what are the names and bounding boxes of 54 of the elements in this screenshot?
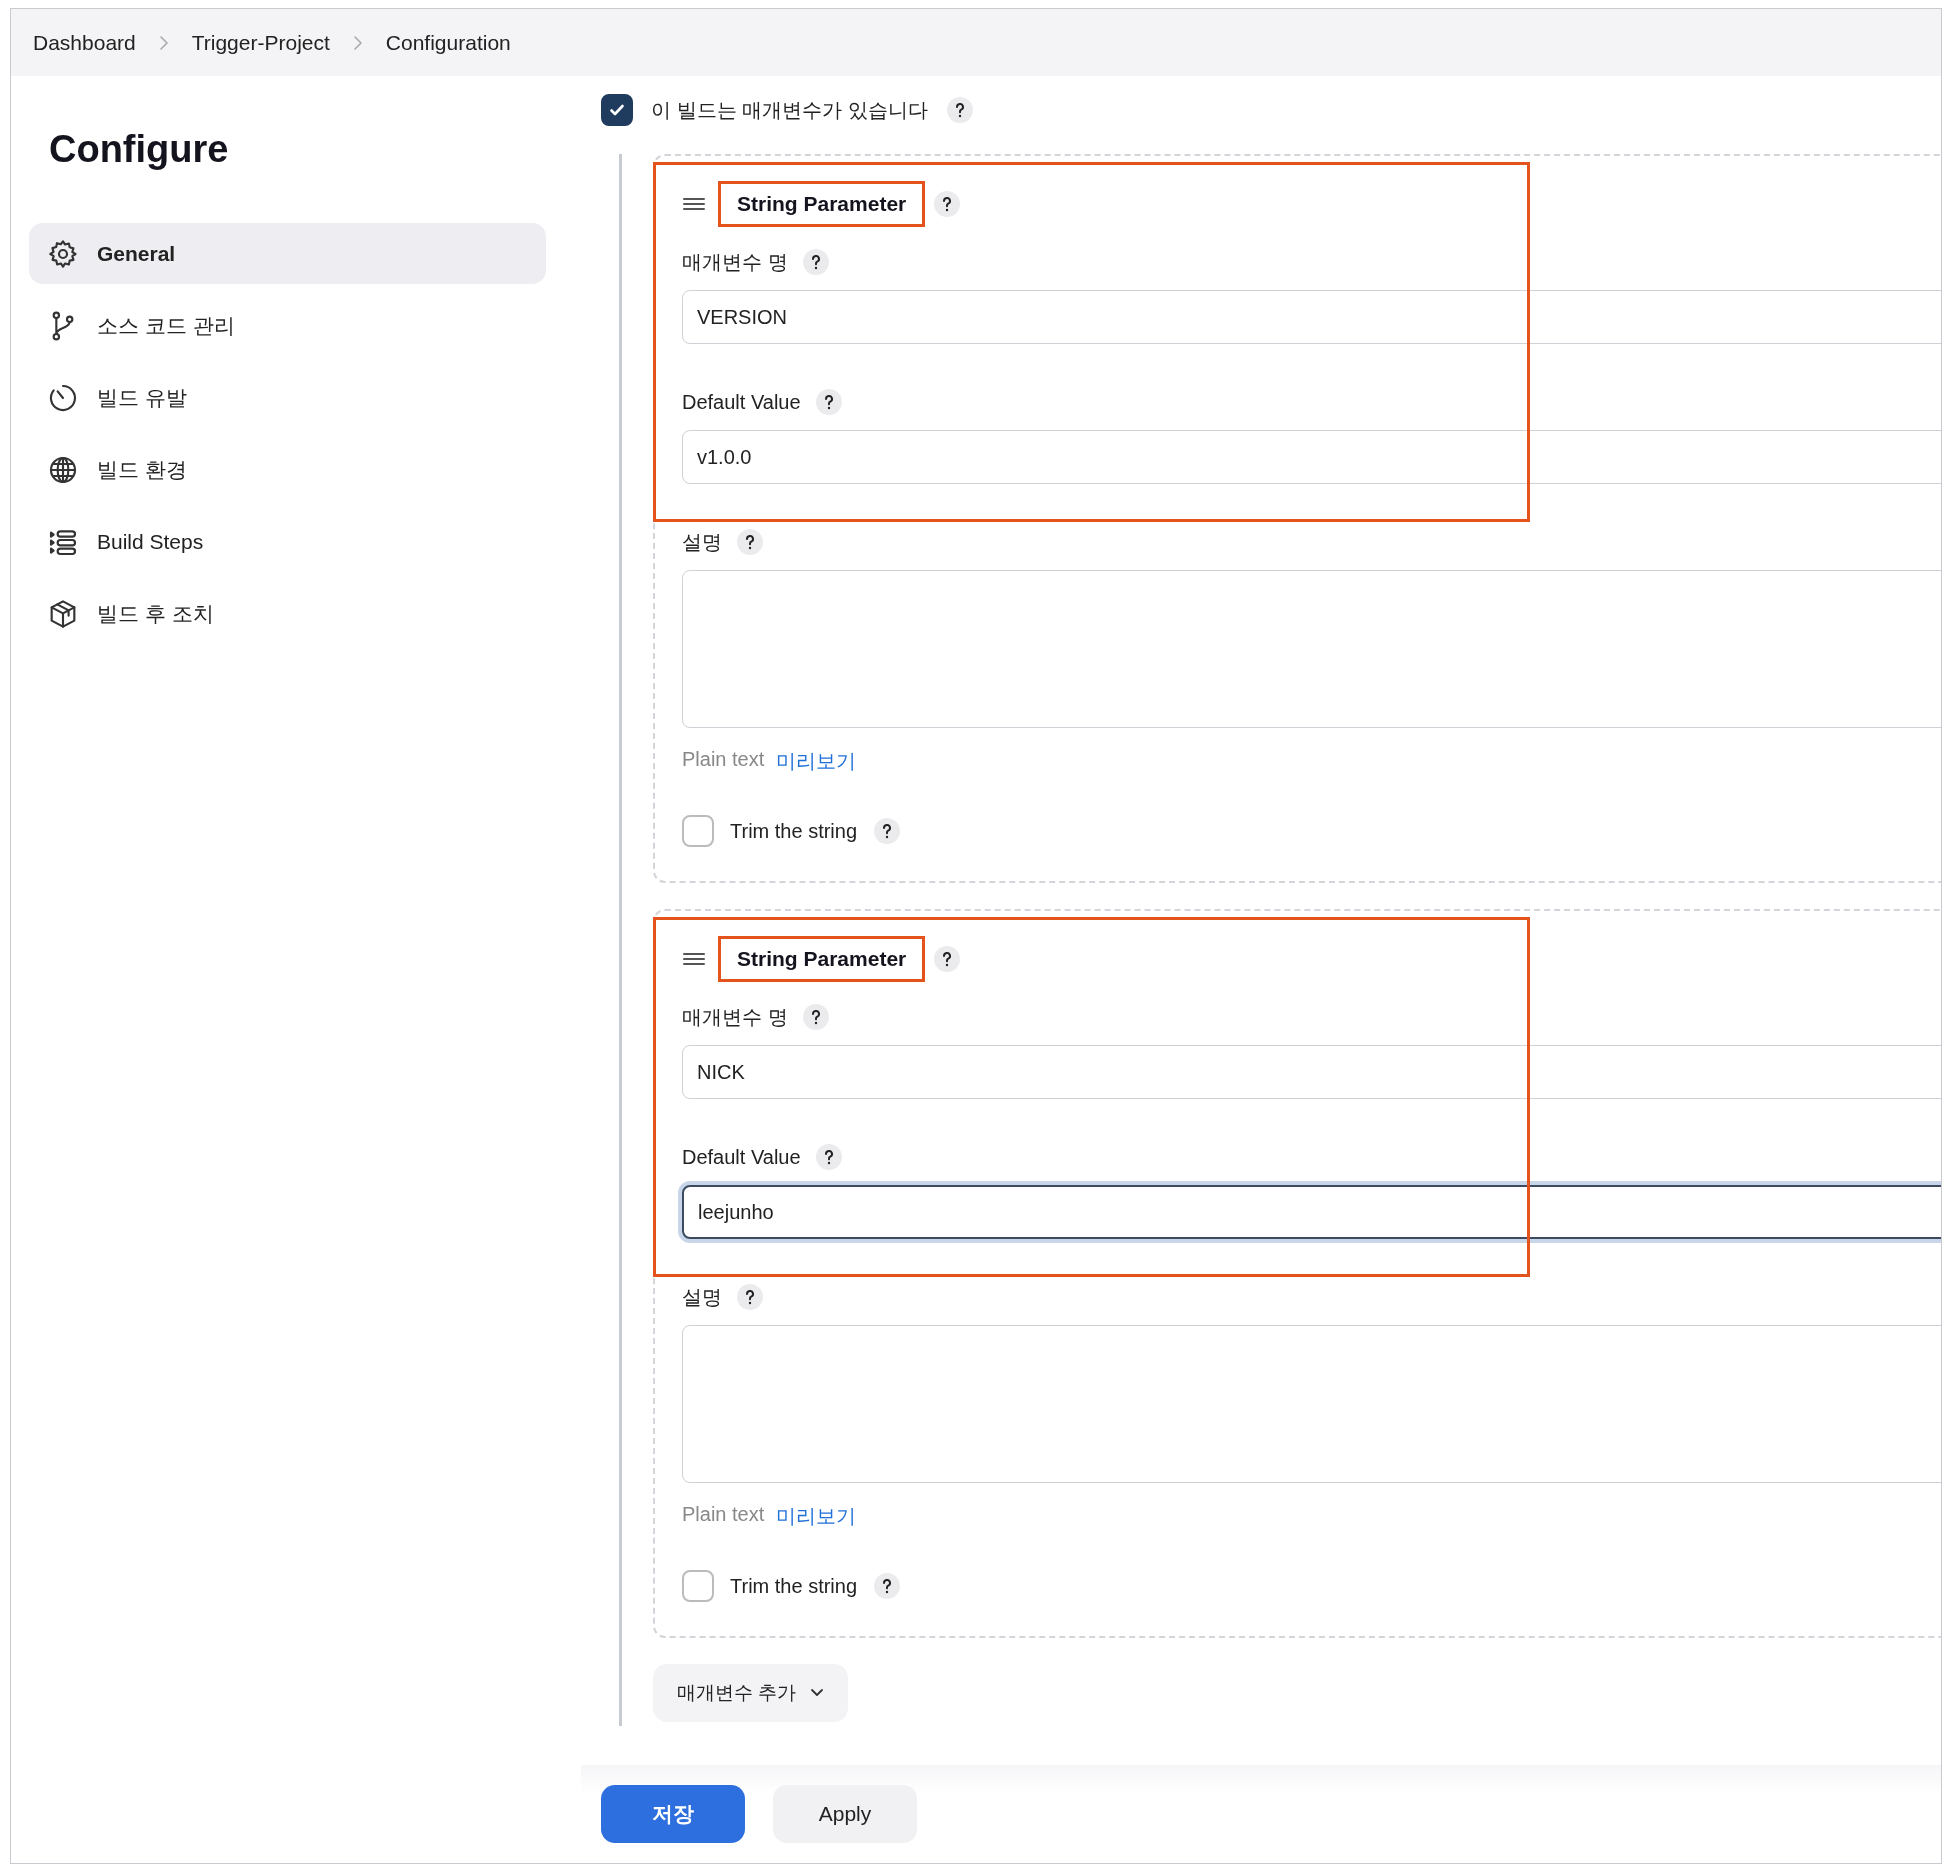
breadcrumb-link[interactable]: Configuration: [385, 30, 511, 55]
parameter-title: String Parameter: [737, 192, 907, 215]
sidebar-item[interactable]: Build Steps: [29, 511, 546, 572]
help-icon: [933, 945, 962, 973]
field-label: 매개변수 명: [682, 249, 788, 275]
chevron-right-icon: [351, 33, 364, 52]
description-field[interactable]: [682, 1325, 1941, 1483]
input-field[interactable]: leejunho: [682, 1185, 1941, 1239]
format-note: Plain text: [682, 1503, 765, 1527]
checkbox[interactable]: [601, 94, 633, 126]
gear-icon: [47, 237, 79, 270]
sidebar-item[interactable]: 소스 코드 관리: [29, 295, 546, 356]
checkbox-label: Trim the string: [730, 819, 858, 843]
sidebar-item[interactable]: 빌드 환경: [29, 439, 546, 500]
help-icon: [873, 817, 902, 845]
help-icon: [814, 1143, 843, 1171]
help-icon: [814, 388, 843, 416]
preview-link[interactable]: 미리보기: [776, 1503, 857, 1530]
help-icon: [873, 1572, 902, 1600]
help-icon: [736, 528, 764, 556]
help-icon: [801, 248, 830, 276]
help-icon: [933, 190, 962, 218]
apply-button[interactable]: Apply: [773, 1785, 917, 1843]
chevron-down-icon: [810, 1688, 825, 1698]
drag-handle-icon: [682, 196, 706, 212]
input-field[interactable]: VERSION: [682, 290, 1941, 344]
input-field[interactable]: NICK: [682, 1045, 1941, 1099]
checkbox[interactable]: [682, 815, 714, 847]
chevron-right-icon: [157, 33, 170, 52]
field-label: Default Value: [682, 1145, 801, 1169]
help-icon: [801, 1003, 830, 1031]
field-label: 설명: [682, 1284, 722, 1310]
help-icon: [945, 96, 974, 124]
format-note: Plain text: [682, 748, 765, 772]
description-field[interactable]: [682, 570, 1941, 728]
preview-link[interactable]: 미리보기: [776, 748, 857, 775]
checkbox-label: 이 빌드는 매개변수가 있습니다: [651, 97, 928, 123]
checkbox-label: Trim the string: [730, 1574, 858, 1598]
input-field[interactable]: v1.0.0: [682, 430, 1941, 484]
save-button[interactable]: 저장: [601, 1785, 745, 1843]
drag-handle-icon: [682, 951, 706, 967]
breadcrumb-link[interactable]: Trigger-Project: [191, 30, 330, 55]
sidebar-item[interactable]: General: [29, 223, 546, 284]
help-icon: [736, 1283, 764, 1311]
sidebar-item[interactable]: 빌드 후 조치: [29, 583, 546, 644]
field-label: Default Value: [682, 390, 801, 414]
checkbox[interactable]: [682, 1570, 714, 1602]
breadcrumb-link[interactable]: Dashboard: [33, 30, 136, 55]
field-label: 설명: [682, 529, 722, 555]
parameter-title: String Parameter: [737, 947, 907, 970]
page-title: Configure: [49, 128, 230, 171]
add-parameter-button[interactable]: 매개변수 추가: [653, 1664, 849, 1722]
sidebar-item[interactable]: 빌드 유발: [29, 367, 546, 428]
field-label: 매개변수 명: [682, 1004, 788, 1030]
